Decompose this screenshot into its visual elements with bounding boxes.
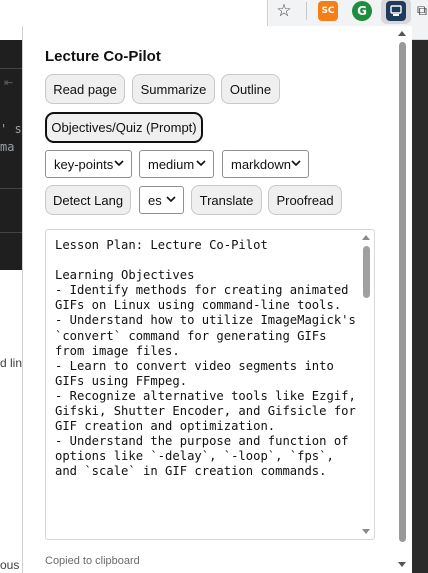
chevron-down-icon — [114, 160, 124, 167]
extensions-puzzle-icon[interactable]: ⧉ — [416, 1, 428, 21]
format-select[interactable]: markdown — [222, 150, 309, 178]
toolbar-separator — [306, 2, 307, 20]
format-select-value: markdown — [231, 156, 291, 172]
extension-grammarly-icon[interactable]: G — [352, 1, 372, 21]
extension-lecture-copilot-icon[interactable] — [386, 1, 406, 21]
outline-button[interactable]: Outline — [221, 74, 280, 104]
bookmark-star-icon[interactable]: ☆ — [274, 1, 294, 21]
background-text-snippet: d line — [0, 356, 22, 370]
popup-title: Lecture Co-Pilot — [45, 48, 161, 65]
mode-select[interactable]: key-points — [45, 150, 132, 178]
popup-scroll-down-arrow-icon[interactable] — [396, 560, 408, 570]
popup-scroll-up-arrow-icon[interactable] — [396, 28, 408, 38]
background-divider — [0, 188, 22, 189]
background-divider — [0, 232, 22, 233]
background-divider — [0, 68, 22, 69]
lecture-copilot-popup: Lecture Co-Pilot Read page Summarize Out… — [22, 26, 412, 573]
output-text: Lesson Plan: Lecture Co-Pilot Learning O… — [55, 238, 356, 479]
length-select-value: medium — [148, 156, 195, 172]
status-message: Copied to clipboard — [45, 555, 140, 567]
proofread-button[interactable]: Proofread — [268, 185, 342, 215]
translate-button[interactable]: Translate — [191, 185, 262, 215]
chevron-down-icon — [196, 160, 206, 167]
chevron-down-icon — [166, 196, 176, 203]
language-select[interactable]: es — [139, 186, 184, 214]
length-select[interactable]: medium — [139, 150, 214, 178]
mode-select-value: key-points — [54, 156, 114, 172]
background-code-snippet: ma — [0, 140, 15, 154]
chevron-down-icon — [291, 160, 301, 167]
output-scrollbar-thumb[interactable] — [363, 246, 370, 298]
summarize-button[interactable]: Summarize — [132, 74, 215, 104]
language-select-value: es — [148, 192, 162, 208]
output-textarea[interactable]: Lesson Plan: Lecture Co-Pilot Learning O… — [45, 229, 375, 540]
background-tab-icon: ⇤ — [4, 76, 14, 89]
extension-sc-icon[interactable]: SC — [318, 1, 338, 21]
copilot-glyph-icon — [390, 5, 402, 16]
scroll-up-arrow-icon[interactable] — [361, 233, 371, 241]
objectives-quiz-button[interactable]: Objectives/Quiz (Prompt) — [45, 112, 203, 143]
scroll-down-arrow-icon[interactable] — [361, 528, 371, 536]
background-page-content: d line ous — [0, 270, 22, 573]
read-page-button[interactable]: Read page — [45, 74, 125, 104]
detect-lang-button[interactable]: Detect Lang — [45, 185, 131, 215]
background-code-snippet: ' sy — [0, 122, 22, 136]
popup-scrollbar-thumb[interactable] — [399, 42, 406, 542]
background-text-snippet: ous — [0, 558, 20, 572]
